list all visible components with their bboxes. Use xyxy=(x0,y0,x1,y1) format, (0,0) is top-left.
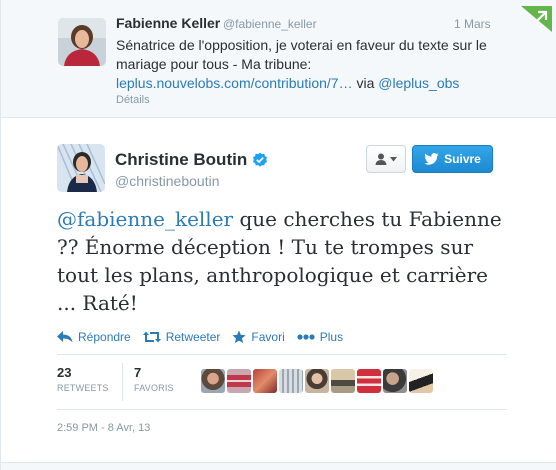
retweets-label: RETWEETS xyxy=(57,383,109,393)
reply-author-name[interactable]: Fabienne Keller xyxy=(116,15,220,31)
favoriter-avatar[interactable] xyxy=(383,369,407,393)
tweet-text: @fabienne_keller que cherches tu Fabienn… xyxy=(57,205,507,317)
favoriter-avatar[interactable] xyxy=(201,369,225,393)
twitter-bird-icon xyxy=(424,153,439,165)
favoriter-avatar[interactable] xyxy=(357,369,381,393)
retweet-icon xyxy=(142,331,161,343)
reply-via-handle[interactable]: @leplus_obs xyxy=(378,75,459,91)
star-icon xyxy=(232,330,247,343)
favoriter-avatar[interactable] xyxy=(305,369,329,393)
more-label: Plus xyxy=(319,330,344,344)
favorite-action[interactable]: Favori xyxy=(232,330,285,344)
user-icon xyxy=(375,153,387,165)
tweet-stats: 23 RETWEETS 7 FAVORIS xyxy=(57,354,507,410)
reply-link[interactable]: leplus.nouvelobs.com/contribution/7… xyxy=(116,75,353,91)
tweet-timestamp[interactable]: 2:59 PM - 8 Avr, 13 xyxy=(57,422,150,434)
more-dots-icon xyxy=(297,334,315,340)
follow-button[interactable]: Suivre xyxy=(412,145,493,173)
more-action[interactable]: Plus xyxy=(297,330,343,344)
mention-link[interactable]: @fabienne_keller xyxy=(57,207,233,231)
next-tweet-edge xyxy=(1,462,556,470)
author-name-label[interactable]: Christine Boutin xyxy=(115,150,247,170)
expand-corner-icon[interactable] xyxy=(521,6,552,32)
christine-boutin-avatar[interactable] xyxy=(57,144,105,192)
verified-badge-icon xyxy=(253,152,268,167)
stats-divider xyxy=(122,363,123,401)
details-link[interactable]: Détails xyxy=(116,94,150,106)
reply-author-handle[interactable]: @fabienne_keller xyxy=(223,17,317,31)
reply-action[interactable]: Répondre xyxy=(57,330,131,344)
retweets-count: 23 xyxy=(57,365,72,380)
favoriter-avatar[interactable] xyxy=(227,369,251,393)
reply-label: Répondre xyxy=(78,330,131,344)
favoriters-avatars xyxy=(201,369,433,393)
favorites-count: 7 xyxy=(134,365,142,380)
retweet-label: Retweeter xyxy=(165,330,221,344)
favorites-label: FAVORIS xyxy=(134,383,174,393)
user-actions-dropdown[interactable] xyxy=(366,145,406,173)
fabienne-keller-avatar[interactable] xyxy=(58,18,106,66)
in-reply-to-tweet[interactable]: Fabienne Keller @fabienne_keller 1 Mars … xyxy=(1,0,556,118)
reply-text: Sénatrice de l'opposition, je voterai en… xyxy=(116,36,506,93)
reply-icon xyxy=(57,331,73,343)
chevron-down-icon xyxy=(390,156,397,161)
author-name[interactable]: Christine Boutin xyxy=(115,150,268,170)
reply-text-body: Sénatrice de l'opposition, je voterai en… xyxy=(116,37,487,72)
retweet-action[interactable]: Retweeter xyxy=(142,330,221,344)
favoriter-avatar[interactable] xyxy=(253,369,277,393)
favoriter-avatar[interactable] xyxy=(331,369,355,393)
favorites-stat[interactable]: 7 FAVORIS xyxy=(134,365,174,393)
retweets-stat[interactable]: 23 RETWEETS xyxy=(57,365,109,393)
favoriter-avatar[interactable] xyxy=(279,369,303,393)
tweet-actions: Répondre Retweeter Favori Plus xyxy=(57,330,355,344)
follow-label: Suivre xyxy=(444,152,481,166)
reply-date[interactable]: 1 Mars xyxy=(454,17,491,31)
author-handle[interactable]: @christineboutin xyxy=(115,173,220,189)
favorite-label: Favori xyxy=(251,330,285,344)
favoriter-avatar[interactable] xyxy=(409,369,433,393)
reply-via: via xyxy=(352,75,379,91)
